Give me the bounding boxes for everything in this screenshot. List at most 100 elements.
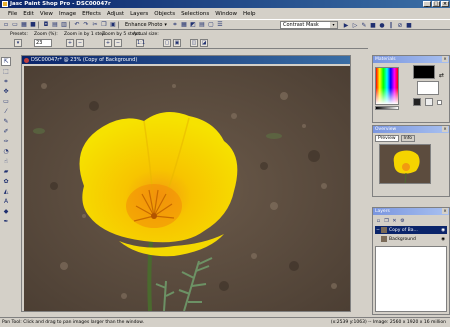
close-icon[interactable]: × <box>442 56 448 62</box>
zoom-out-icon[interactable]: − <box>76 39 84 47</box>
visibility-icon[interactable]: ◉ <box>441 228 445 233</box>
fg-style-icon[interactable] <box>413 98 421 106</box>
script-icon[interactable]: ☰ <box>216 21 224 29</box>
save-icon[interactable]: ■ <box>29 21 37 29</box>
flood-fill-icon[interactable]: ◭ <box>1 187 11 196</box>
layers-title-bar[interactable]: Layers × <box>373 208 449 215</box>
menu-layers[interactable]: Layers <box>130 11 148 17</box>
menu-selections[interactable]: Selections <box>181 11 209 17</box>
picture-tube-icon[interactable]: ✿ <box>1 177 11 186</box>
overview-title-bar[interactable]: Overview × <box>373 126 449 133</box>
new-layer-icon[interactable]: ▫ <box>375 217 382 224</box>
minimize-button[interactable]: _ <box>423 1 431 7</box>
menu-view[interactable]: View <box>40 11 53 17</box>
new-icon[interactable]: ▫ <box>2 21 10 29</box>
browse-icon[interactable]: ▦ <box>20 21 28 29</box>
menu-adjust[interactable]: Adjust <box>107 11 124 17</box>
camera-icon[interactable]: ◘ <box>42 21 50 29</box>
zoom-pct-input[interactable]: 23 <box>34 39 52 47</box>
actual-size-icon[interactable]: 1:1 <box>136 39 145 47</box>
paste-icon[interactable]: ▣ <box>109 21 117 29</box>
tab-info[interactable]: Info <box>400 135 416 142</box>
close-icon[interactable]: × <box>442 208 448 214</box>
dodge-tool-icon[interactable]: ◔ <box>1 147 11 156</box>
enhance-photo-button[interactable]: Enhance Photo ▾ <box>122 21 170 29</box>
full-screen-icon[interactable]: ◫ <box>190 39 198 47</box>
print-icon[interactable]: ▥ <box>60 21 68 29</box>
close-icon[interactable]: × <box>442 126 448 132</box>
standard-toolbar: ▫ ▭ ▦ ■ ◘ ▤ ▥ ↶ ↷ ✂ ❐ ▣ Enhance Photo ▾ … <box>0 19 450 30</box>
pan-tool-icon[interactable]: ⇱ <box>1 57 11 66</box>
overview-thumbnail[interactable] <box>379 144 431 184</box>
layers-icon[interactable]: ▤ <box>198 21 206 29</box>
save-script-icon[interactable]: ■ <box>405 21 413 29</box>
menu-objects[interactable]: Objects <box>154 11 175 17</box>
selection-tool-icon[interactable]: ▭ <box>1 97 11 106</box>
deform-tool-icon[interactable]: ⬚ <box>1 67 11 76</box>
presets-icon[interactable]: ▾ <box>14 39 22 47</box>
zoom-in-5-icon[interactable]: + <box>104 39 112 47</box>
stop-script-icon[interactable]: ■ <box>369 21 377 29</box>
menu-edit[interactable]: Edit <box>23 11 34 17</box>
grid-icon[interactable]: ▦ <box>180 21 188 29</box>
foreground-swatch[interactable] <box>413 65 435 79</box>
crop-icon[interactable]: ⌗ <box>171 21 179 29</box>
menu-image[interactable]: Image <box>59 11 76 17</box>
delete-layer-icon[interactable]: ✕ <box>391 217 398 224</box>
zoom-out-5-icon[interactable]: − <box>114 39 122 47</box>
duplicate-layer-icon[interactable]: ❐ <box>383 217 390 224</box>
fit-window-icon[interactable]: ▢ <box>163 39 171 47</box>
smudge-tool-icon[interactable]: ☝ <box>1 157 11 166</box>
color-spectrum[interactable] <box>375 67 399 105</box>
dropper-tool-icon[interactable]: ⁄ <box>1 107 11 116</box>
crop-tool-icon[interactable]: ⌗ <box>1 77 11 86</box>
background-swatch[interactable] <box>417 81 439 95</box>
all-tools-checkbox[interactable] <box>437 100 442 105</box>
visibility-icon[interactable]: ◉ <box>441 237 445 242</box>
swap-colors-icon[interactable]: ⇄ <box>439 72 444 79</box>
fit-image-icon[interactable]: ▣ <box>173 39 181 47</box>
scanner-icon[interactable]: ▤ <box>51 21 59 29</box>
materials-title-bar[interactable]: Materials × <box>373 56 449 63</box>
record-script-icon[interactable]: ● <box>378 21 386 29</box>
cancel-script-icon[interactable]: ⊘ <box>396 21 404 29</box>
run-script-icon[interactable]: ▶ <box>342 21 350 29</box>
menu-help[interactable]: Help <box>243 11 256 17</box>
app-icon <box>2 1 8 7</box>
script-select[interactable]: Contrast Mask ▾ <box>280 21 338 29</box>
pen-tool-icon[interactable]: ✒ <box>1 217 11 226</box>
cut-icon[interactable]: ✂ <box>91 21 99 29</box>
grayscale-strip[interactable] <box>375 106 399 110</box>
clone-brush-icon[interactable]: ✐ <box>1 127 11 136</box>
full-screen-preview-icon[interactable]: ◪ <box>200 39 208 47</box>
layer-properties-icon[interactable]: ⚙ <box>399 217 406 224</box>
close-button[interactable]: × <box>441 1 449 7</box>
zoom-in-icon[interactable]: + <box>66 39 74 47</box>
redo-icon[interactable]: ↷ <box>82 21 90 29</box>
text-tool-icon[interactable]: A <box>1 197 11 206</box>
edit-script-icon[interactable]: ✎ <box>360 21 368 29</box>
menu-file[interactable]: File <box>8 11 17 17</box>
palette-icon[interactable]: ◩ <box>189 21 197 29</box>
image-canvas[interactable] <box>24 66 350 311</box>
overview-icon[interactable]: ▢ <box>207 21 215 29</box>
undo-icon[interactable]: ↶ <box>73 21 81 29</box>
eraser-tool-icon[interactable]: ▰ <box>1 167 11 176</box>
run-script-interactive-icon[interactable]: ▷ <box>351 21 359 29</box>
bg-style-icon[interactable] <box>425 98 433 106</box>
layer-row-background[interactable]: Background ◉ <box>375 235 447 243</box>
maximize-button[interactable]: □ <box>432 1 440 7</box>
pause-script-icon[interactable]: ‖ <box>387 21 395 29</box>
tab-preview[interactable]: Preview <box>375 135 399 142</box>
open-icon[interactable]: ▭ <box>11 21 19 29</box>
menu-effects[interactable]: Effects <box>82 11 101 17</box>
document-title-bar[interactable]: DSC00047r* @ 23% (Copy of Background) <box>22 56 350 64</box>
menu-window[interactable]: Window <box>215 11 237 17</box>
layer-row-copy[interactable]: − Copy of Ba... ◉ <box>375 226 447 234</box>
script-select-value: Contrast Mask <box>283 22 319 28</box>
paint-brush-icon[interactable]: ✎ <box>1 117 11 126</box>
scratch-remover-icon[interactable]: ✑ <box>1 137 11 146</box>
preset-shape-icon[interactable]: ◆ <box>1 207 11 216</box>
copy-icon[interactable]: ❐ <box>100 21 108 29</box>
move-tool-icon[interactable]: ✥ <box>1 87 11 96</box>
